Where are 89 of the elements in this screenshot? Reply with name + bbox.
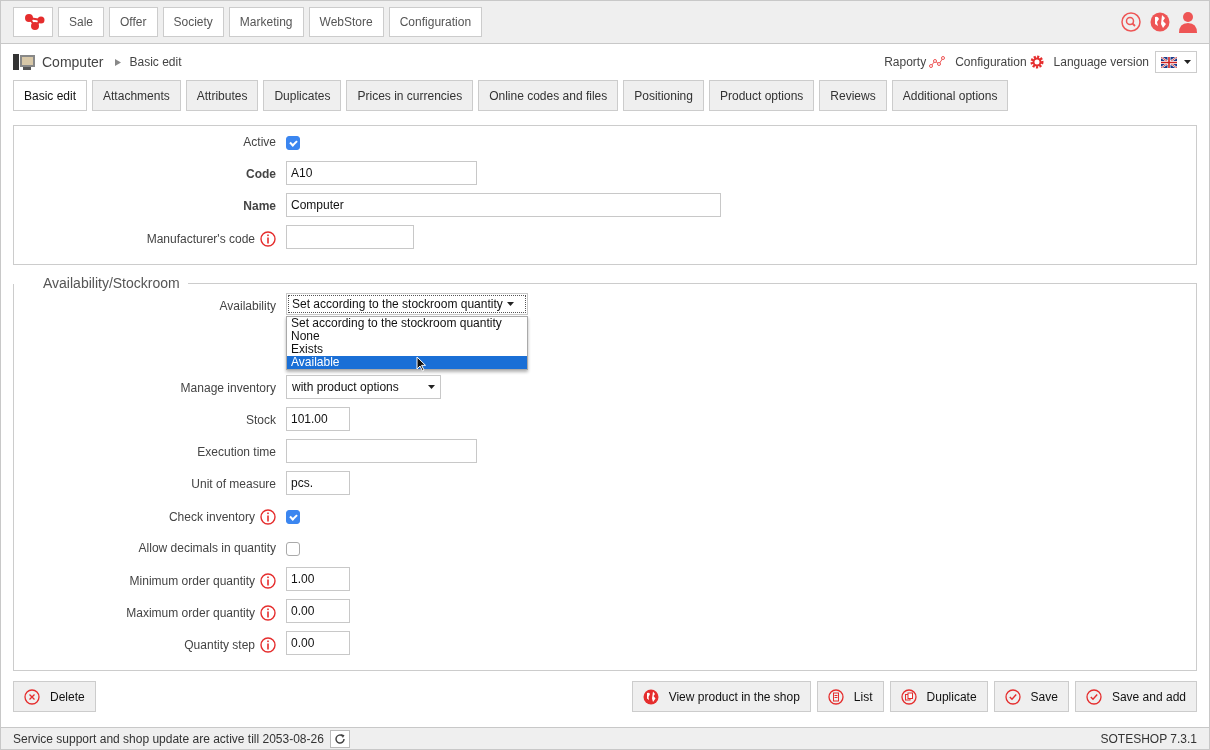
document-icon [827, 688, 844, 705]
chart-line-icon [929, 56, 946, 68]
tab[interactable]: Attachments [92, 80, 181, 111]
tab[interactable]: Positioning [623, 80, 704, 111]
text-field[interactable]: 1.00 [286, 567, 350, 591]
settings-icon [1029, 55, 1044, 69]
action-button[interactable]: Save [993, 681, 1069, 712]
globe-icon[interactable] [1150, 12, 1170, 32]
refresh-button[interactable] [329, 729, 350, 748]
status-message: Service support and shop update are active till 2053-08-26 [13, 731, 324, 746]
menu-button[interactable]: Society [162, 7, 224, 37]
tab[interactable]: Duplicates [263, 80, 342, 111]
info-icon[interactable] [260, 573, 276, 589]
text-field[interactable]: 0.00 [286, 631, 350, 655]
header-link[interactable]: Raporty [884, 55, 946, 69]
caret-icon [1184, 60, 1191, 64]
dropdown-option[interactable]: Set according to the stockroom quantity [287, 317, 527, 330]
field-label: Manage inventory [180, 381, 276, 395]
copy-icon [900, 688, 917, 705]
info-icon[interactable] [260, 231, 276, 247]
select-dropdown[interactable]: Set according to the stockroom quantity [286, 293, 528, 315]
user-icon[interactable] [1179, 11, 1197, 33]
text-field[interactable]: A10 [286, 161, 477, 185]
text-field[interactable] [286, 225, 414, 249]
checkbox[interactable] [286, 510, 300, 524]
action-button[interactable]: View product in the shop [631, 681, 811, 712]
language-dropdown[interactable] [1155, 51, 1197, 73]
check-circle-icon [1085, 688, 1102, 705]
dropdown-option[interactable]: Exists [287, 343, 527, 356]
search-icon[interactable] [1121, 12, 1141, 32]
tab[interactable]: Product options [708, 80, 815, 111]
field-label: Execution time [197, 445, 276, 459]
menu-button[interactable]: Offer [109, 7, 158, 37]
breadcrumb-arrow-icon [115, 58, 122, 66]
field-label: Minimum order quantity [129, 574, 255, 588]
field-label: Manufacturer's code [146, 232, 255, 246]
field-label: Allow decimals in quantity [138, 541, 276, 555]
text-field[interactable]: 0.00 [286, 599, 350, 623]
menu-button[interactable]: Configuration [388, 7, 483, 37]
field-label: Active [243, 135, 276, 149]
text-field[interactable]: 101.00 [286, 407, 350, 431]
info-icon[interactable] [260, 509, 276, 525]
tab[interactable]: Attributes [185, 80, 259, 111]
computer-icon [13, 52, 37, 72]
section-legend: Availability/Stockroom [13, 275, 188, 291]
field-label: Name [243, 199, 276, 213]
tab[interactable]: Reviews [819, 80, 887, 111]
breadcrumb-current: Basic edit [129, 55, 182, 69]
field-label: Maximum order quantity [126, 606, 255, 620]
text-field[interactable] [286, 439, 477, 463]
tab[interactable]: Online codes and files [478, 80, 619, 111]
action-button[interactable]: List [816, 681, 884, 712]
dropdown-option[interactable]: None [287, 330, 527, 343]
field-label: Check inventory [168, 510, 255, 524]
logo-icon [25, 14, 45, 30]
refresh-icon [333, 732, 346, 745]
info-icon[interactable] [260, 605, 276, 621]
globe-icon [642, 688, 659, 705]
field-label: Unit of measure [191, 477, 276, 491]
field-label: Quantity step [184, 638, 255, 652]
info-icon[interactable] [260, 637, 276, 653]
dropdown-option[interactable]: Available [287, 356, 527, 369]
close-circle-icon [24, 688, 40, 705]
tab[interactable]: Additional options [891, 80, 1009, 111]
action-button[interactable]: Save and add [1074, 681, 1197, 712]
field-label: Availability [219, 299, 276, 313]
flag-icon [1161, 56, 1177, 68]
version-label: SOTESHOP 7.3.1 [1100, 731, 1197, 746]
text-field[interactable]: pcs. [286, 471, 350, 495]
tab[interactable]: Prices in currencies [346, 80, 474, 111]
select-dropdown[interactable]: with product options [286, 375, 441, 399]
action-button[interactable]: Duplicate [889, 681, 988, 712]
caret-icon [506, 302, 514, 306]
page-title: Computer [42, 54, 104, 70]
tab[interactable]: Basic edit [13, 80, 88, 111]
header-link[interactable]: Configuration [955, 55, 1044, 69]
menu-button[interactable]: Marketing [228, 7, 304, 37]
field-label: Code [246, 167, 276, 181]
field-label: Stock [246, 413, 276, 427]
checkbox[interactable] [286, 542, 300, 556]
check-circle-icon [1004, 688, 1021, 705]
action-button[interactable]: Delete [13, 681, 96, 712]
logo-button[interactable] [13, 7, 53, 37]
language-label: Language version [1053, 55, 1149, 69]
checkbox[interactable] [286, 136, 300, 150]
menu-button[interactable]: Sale [58, 7, 105, 37]
menu-button[interactable]: WebStore [308, 7, 384, 37]
caret-icon [428, 385, 435, 389]
text-field[interactable]: Computer [286, 193, 721, 217]
